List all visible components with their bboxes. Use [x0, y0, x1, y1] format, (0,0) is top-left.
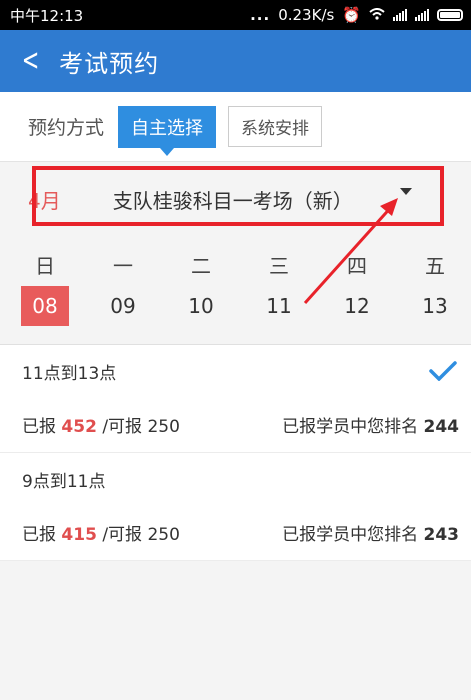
status-dots: ...: [250, 6, 271, 24]
rank-value: 244: [423, 417, 460, 437]
week-calendar: 日 一 二 三 四 五 08 09 10 11 12 13: [0, 236, 471, 344]
reported-label: 已报: [22, 525, 56, 545]
signal-icon: [393, 9, 407, 21]
empty-area: [0, 561, 471, 700]
weekday-label: 一: [113, 254, 133, 278]
status-bar: 中午12:13 ... 0.23K/s ⏰: [0, 0, 471, 30]
capacity-count: 250: [147, 525, 180, 545]
time-slot-list: 11点到13点 已报 452 /可报 250 已报学员中您排名 244 9点到1…: [0, 344, 471, 561]
alarm-icon: ⏰: [342, 6, 361, 24]
highlight-box: [32, 166, 444, 226]
capacity-label: /可报: [102, 417, 143, 437]
slot-rank: 已报学员中您排名 243: [282, 520, 459, 545]
checkmark-icon: [429, 361, 457, 381]
reported-label: 已报: [22, 417, 56, 437]
slot-capacity: 已报 452 /可报 250: [22, 412, 180, 437]
wifi-icon: [369, 6, 385, 24]
reported-count: 452: [61, 417, 97, 437]
weekday-label: 五: [425, 254, 445, 278]
capacity-label: /可报: [102, 525, 143, 545]
page-title: 考试预约: [59, 49, 160, 78]
rank-value: 243: [423, 525, 460, 545]
date-cell-selected[interactable]: 08: [21, 286, 69, 326]
network-speed: 0.23K/s: [278, 6, 335, 24]
capacity-count: 250: [147, 417, 180, 437]
self-select-button[interactable]: 自主选择: [118, 105, 217, 156]
rank-label: 已报学员中您排名: [282, 525, 419, 545]
time-slot-time: 9点到11点: [22, 471, 106, 492]
weekday-label: 四: [347, 254, 367, 278]
app-bar: < 考试预约: [0, 30, 471, 92]
booking-mode-bar: 预约方式 自主选择 系统安排: [0, 92, 471, 162]
date-cell[interactable]: 13: [411, 286, 459, 326]
chevron-left-icon[interactable]: <: [22, 46, 40, 76]
signal-icon-2: [415, 9, 429, 21]
date-cell[interactable]: 10: [177, 286, 225, 326]
status-icons: ... 0.23K/s ⏰: [250, 6, 463, 24]
weekday-label: 日: [35, 254, 55, 278]
weekday-label: 三: [269, 254, 289, 278]
slot-capacity: 已报 415 /可报 250: [22, 520, 180, 545]
date-cell[interactable]: 09: [99, 286, 147, 326]
slot-rank: 已报学员中您排名 244: [282, 412, 459, 437]
date-cell[interactable]: 11: [255, 286, 303, 326]
time-slot-stats: 已报 415 /可报 250 已报学员中您排名 243: [0, 505, 471, 561]
weekday-label: 二: [191, 254, 211, 278]
battery-icon: [437, 9, 463, 21]
time-slot-header[interactable]: 11点到13点: [0, 345, 471, 397]
reported-count: 415: [61, 525, 97, 545]
rank-label: 已报学员中您排名: [282, 417, 419, 437]
status-time: 中午12:13: [10, 6, 84, 25]
date-cell[interactable]: 12: [333, 286, 381, 326]
time-slot-time: 11点到13点: [22, 363, 117, 384]
booking-mode-label: 预约方式: [28, 117, 105, 139]
system-arrange-button[interactable]: 系统安排: [228, 106, 323, 147]
time-slot-stats: 已报 452 /可报 250 已报学员中您排名 244: [0, 397, 471, 453]
time-slot-header[interactable]: 9点到11点: [0, 453, 471, 505]
